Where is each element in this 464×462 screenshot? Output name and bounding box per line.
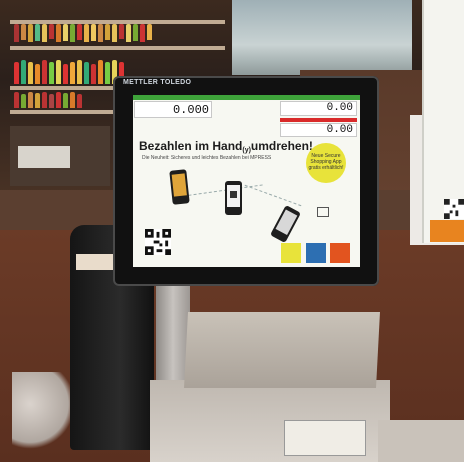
total-value: 0.00 (326, 124, 353, 136)
shelf-edge (10, 46, 225, 50)
qr-code-icon (444, 199, 464, 219)
status-bar (133, 95, 360, 100)
weighing-platform (184, 312, 380, 388)
store-window (232, 0, 412, 75)
qr-code-icon (145, 229, 171, 255)
alert-bar (280, 118, 357, 122)
plastic-bag-rolls (12, 372, 72, 452)
counter-surface (378, 420, 464, 462)
brand-logo: METTLER TOLEDO (123, 79, 192, 86)
promo-headline: Bezahlen im Hand(y)umdrehen! (139, 139, 313, 154)
bottle-row (14, 24, 214, 44)
tissue-box (18, 146, 70, 168)
partner-logo (281, 243, 301, 263)
partner-logo (306, 243, 326, 263)
register-icon (317, 207, 329, 217)
phone-icon (169, 169, 190, 205)
calibration-sticker (284, 420, 366, 456)
partner-logo (330, 243, 350, 263)
phone-icon (225, 181, 242, 215)
phone-icon (270, 204, 301, 244)
promo-subline: Die Neuheit: Sicheres und leichtes Bezah… (142, 155, 272, 161)
promo-badge[interactable]: Neue Secure Shopping App gratis erhältli… (306, 143, 346, 183)
price-value: 0.00 (326, 102, 353, 114)
weight-value: 0.000 (172, 103, 209, 117)
poster-accent (430, 220, 464, 242)
touch-screen[interactable]: 0.000 0.00 0.00 Bezahlen im Hand(y)umdre… (133, 95, 360, 267)
flow-line (244, 184, 302, 207)
photo-scene: METTLER TOLEDO 0.000 0.00 0.00 Bezahlen … (0, 0, 464, 462)
